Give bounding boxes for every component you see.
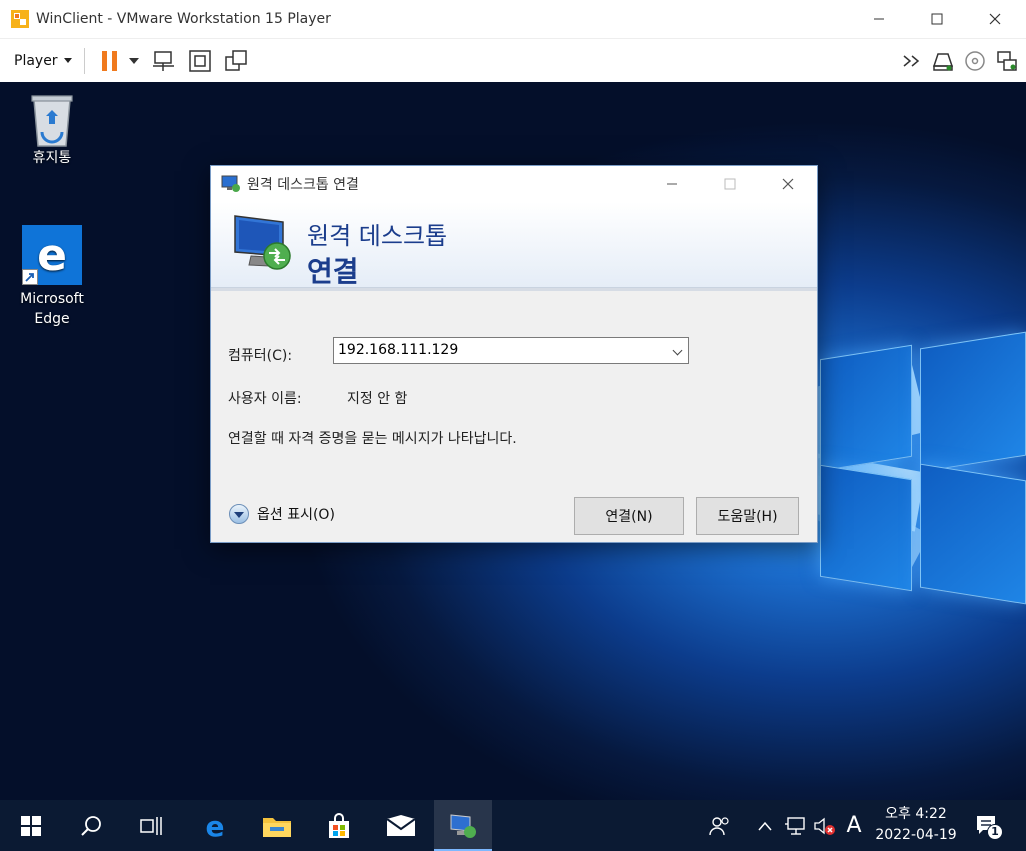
- notification-icon: 1: [975, 814, 1003, 840]
- windows-logo-icon: [21, 815, 41, 836]
- chevron-down-icon: [63, 58, 72, 63]
- toolbar-divider: [83, 47, 85, 74]
- volume-tray-button[interactable]: [812, 800, 838, 851]
- more-icon[interactable]: [900, 48, 926, 74]
- taskbar-remote-desktop[interactable]: [434, 800, 492, 851]
- removable-device-icon[interactable]: [930, 48, 956, 74]
- vmware-window: WinClient - VMware Workstation 15 Player…: [0, 0, 1026, 851]
- wallpaper-pane: [920, 463, 1026, 605]
- network-tray-button[interactable]: [782, 800, 808, 851]
- user-name-label: 사용자 이름:: [228, 391, 302, 407]
- remote-desktop-icon: [231, 212, 295, 278]
- rdp-title: 원격 데스크톱 연결: [247, 177, 359, 193]
- taskbar-edge[interactable]: e: [186, 800, 244, 851]
- show-options-toggle[interactable]: 옵션 표시(O): [229, 504, 335, 524]
- search-button[interactable]: [62, 800, 120, 851]
- banner-divider: [211, 288, 817, 291]
- banner-title-line2: 연결: [307, 255, 359, 288]
- expand-options-icon: [229, 504, 249, 524]
- user-name-value: 지정 안 함: [347, 391, 408, 407]
- recycle-bin-icon: [31, 95, 73, 147]
- volume-muted-icon: [814, 817, 835, 835]
- taskbar-store[interactable]: [310, 800, 368, 851]
- unity-icon[interactable]: [223, 48, 249, 74]
- computer-label: 컴퓨터(C):: [228, 348, 293, 364]
- rdp-close-button[interactable]: [759, 166, 817, 202]
- action-center-button[interactable]: 1: [970, 800, 1004, 851]
- chevron-down-icon[interactable]: [672, 345, 683, 356]
- mail-icon: [386, 814, 416, 836]
- rdp-titlebar[interactable]: 원격 데스크톱 연결: [211, 166, 817, 202]
- rdp-small-icon: [221, 175, 241, 193]
- vm-titlebar[interactable]: WinClient - VMware Workstation 15 Player: [0, 0, 1026, 38]
- connect-button[interactable]: 연결(N): [574, 497, 684, 535]
- computer-value: 192.168.111.129: [338, 342, 459, 358]
- store-icon: [329, 812, 349, 838]
- input-method-indicator[interactable]: A: [840, 800, 868, 851]
- fit-guest-icon[interactable]: [187, 48, 213, 74]
- credential-notice: 연결할 때 자격 증명을 묻는 메시지가 나타납니다.: [228, 431, 517, 447]
- remote-desktop-dialog: 원격 데스크톱 연결 원격 데스크톱 연결 컴퓨터(C): 192.168.11…: [210, 165, 818, 543]
- send-ctrl-alt-del-icon[interactable]: [151, 48, 177, 74]
- edge-icon: e: [22, 225, 82, 285]
- remote-desktop-icon: [450, 813, 476, 838]
- player-menu-label: Player: [14, 52, 58, 69]
- clock-date: 2022-04-19: [875, 827, 957, 843]
- vm-toolbar: Player: [0, 38, 1026, 82]
- show-hidden-icons-button[interactable]: [752, 800, 778, 851]
- desktop-icon-label: Microsoft Edge: [20, 291, 84, 327]
- rdp-minimize-button[interactable]: [643, 166, 701, 202]
- notification-count-badge: 1: [987, 823, 1003, 840]
- close-button[interactable]: [966, 0, 1024, 38]
- search-icon: [81, 815, 101, 836]
- desktop-icon-microsoft-edge[interactable]: e Microsoft Edge: [20, 225, 84, 329]
- start-button[interactable]: [2, 800, 60, 851]
- shortcut-arrow-icon: [22, 269, 38, 285]
- vmware-app-icon: [10, 9, 30, 29]
- taskbar: e A 오후 4:22 2022-04-19 1: [0, 800, 1026, 851]
- people-button[interactable]: [704, 800, 736, 851]
- svg-text:e: e: [206, 812, 225, 840]
- show-options-label: 옵션 표시(O): [257, 507, 335, 523]
- wallpaper-pane: [820, 344, 912, 472]
- taskbar-clock[interactable]: 오후 4:22 2022-04-19: [868, 804, 964, 846]
- taskbar-file-explorer[interactable]: [248, 800, 306, 851]
- wallpaper-pane: [820, 464, 912, 592]
- rdp-maximize-button: [701, 166, 759, 202]
- help-button[interactable]: 도움말(H): [696, 497, 799, 535]
- desktop-icon-label: 휴지통: [32, 150, 72, 166]
- pause-icon[interactable]: [97, 48, 123, 74]
- clock-time: 오후 4:22: [885, 806, 947, 822]
- edge-icon: e: [206, 812, 225, 840]
- maximize-button[interactable]: [908, 0, 966, 38]
- taskbar-mail[interactable]: [372, 800, 430, 851]
- wallpaper-pane: [920, 331, 1026, 473]
- folder-icon: [263, 817, 291, 837]
- task-view-icon: [140, 816, 162, 835]
- people-icon: [709, 816, 729, 835]
- network-adapter-icon[interactable]: [994, 48, 1020, 74]
- player-menu[interactable]: Player: [14, 53, 72, 69]
- task-view-button[interactable]: [122, 800, 180, 851]
- network-icon: [785, 816, 805, 835]
- chevron-up-icon: [758, 821, 772, 830]
- desktop-icon-recycle-bin[interactable]: 휴지통: [20, 90, 84, 168]
- rdp-banner: 원격 데스크톱 연결: [211, 202, 817, 291]
- dropdown-icon[interactable]: [127, 48, 141, 74]
- svg-text:e: e: [37, 230, 67, 281]
- vm-window-title: WinClient - VMware Workstation 15 Player: [36, 11, 331, 27]
- cd-icon[interactable]: [962, 48, 988, 74]
- banner-title-line1: 원격 데스크톱: [307, 222, 448, 250]
- computer-combobox[interactable]: 192.168.111.129: [333, 337, 689, 364]
- minimize-button[interactable]: [850, 0, 908, 38]
